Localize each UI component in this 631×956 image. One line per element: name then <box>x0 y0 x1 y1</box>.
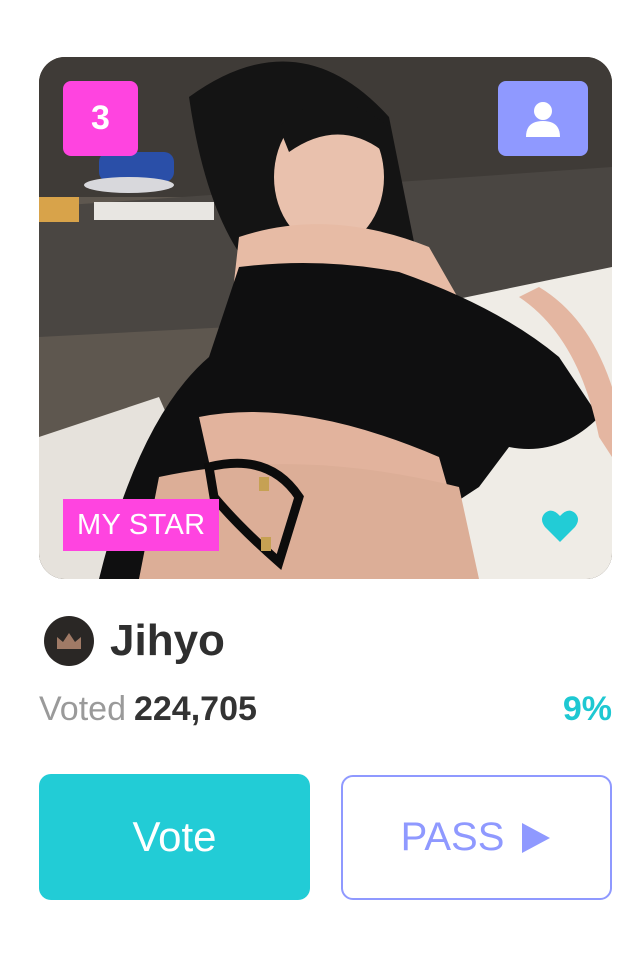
vote-button[interactable]: Vote <box>39 774 310 900</box>
play-arrow-icon <box>522 822 551 853</box>
crown-icon <box>57 633 81 649</box>
pass-button-label: PASS <box>400 815 505 859</box>
vote-percent: 9% <box>562 690 612 728</box>
star-photo-card[interactable]: 3 MY STAR <box>39 57 612 579</box>
star-name: Jihyo <box>110 616 225 665</box>
pass-button[interactable]: PASS <box>341 775 612 900</box>
vote-count: 224,705 <box>133 690 257 728</box>
voted-label: Voted <box>39 690 126 728</box>
rank-badge: 3 <box>63 81 138 156</box>
profile-button[interactable] <box>498 81 588 156</box>
crown-badge <box>44 616 94 666</box>
my-star-badge: MY STAR <box>63 499 220 551</box>
person-icon <box>526 101 560 137</box>
votes-row: Voted 224,705 9% <box>39 690 612 740</box>
star-name-row: Jihyo <box>44 613 225 669</box>
vote-button-label: Vote <box>132 813 217 860</box>
heart-icon[interactable] <box>541 509 579 543</box>
